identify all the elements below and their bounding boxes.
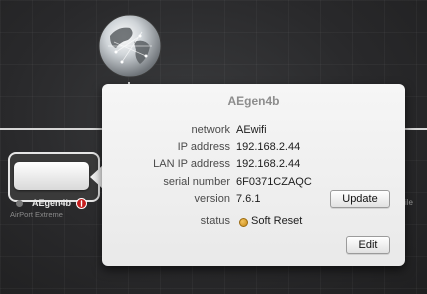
warning-icon[interactable] xyxy=(76,198,87,209)
status-label: status xyxy=(200,215,230,227)
device-info-popover: AEgen4b network AEwifi IP address 192.16… xyxy=(102,84,405,266)
popover-title: AEgen4b xyxy=(227,94,280,108)
version-value: 7.6.1 xyxy=(236,193,261,205)
device-name-row[interactable]: AEgen4b xyxy=(16,198,96,210)
network-label: network xyxy=(191,124,230,136)
globe-icon[interactable] xyxy=(96,12,164,80)
lan-ip-address-value: 192.168.2.44 xyxy=(236,158,301,170)
serial-number-label: serial number xyxy=(163,176,230,188)
update-button[interactable]: Update xyxy=(330,190,390,208)
device-model-label: AirPort Extreme xyxy=(10,210,63,219)
version-label: version xyxy=(194,193,230,205)
airport-extreme-device-icon[interactable] xyxy=(14,162,89,190)
status-value: Soft Reset xyxy=(251,215,303,227)
edit-button[interactable]: Edit xyxy=(346,236,390,254)
serial-number-value: 6F0371CZAQC xyxy=(236,176,312,188)
lan-ip-address-label: LAN IP address xyxy=(153,158,230,170)
ip-address-label: IP address xyxy=(177,141,230,153)
device-name-label: AEgen4b xyxy=(32,198,72,208)
network-value: AEwifi xyxy=(236,124,267,136)
device-status-dot-icon xyxy=(16,200,23,207)
status-dot-icon xyxy=(239,218,248,227)
background-device-label-fragment: ile xyxy=(405,198,414,207)
ip-address-value: 192.168.2.44 xyxy=(236,141,301,153)
